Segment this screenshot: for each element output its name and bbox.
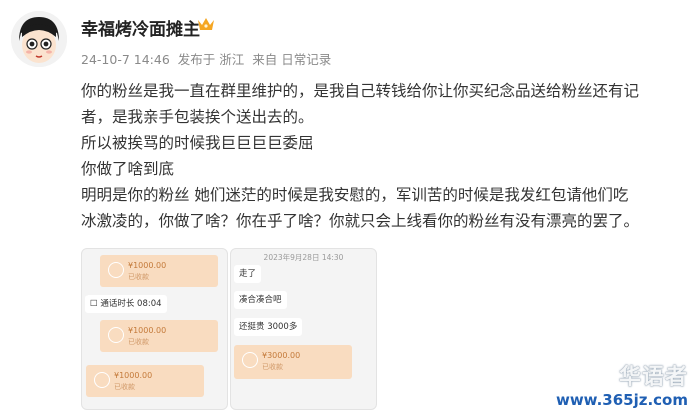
watermark-url: www.365jz.com [555,391,688,409]
post-paragraph: 所以被挨骂的时候我巨巨巨巨委屈 [81,134,314,152]
transfer-card: ¥1000.00 已收款 [86,365,204,397]
post-date[interactable]: 24-10-7 14:46 [81,52,170,67]
transfer-note: 已收款 [128,273,149,281]
transfer-card: ¥3000.00 已收款 [234,345,352,379]
avatar-face-icon [11,11,67,67]
chat-message: 凑合凑合吧 [234,291,287,309]
watermark: 华语者 www.365jz.com [556,359,688,409]
phone-icon: ☐ [90,299,101,309]
check-icon [108,262,124,278]
avatar[interactable] [11,11,67,67]
check-icon [242,352,258,368]
post-text: 你的粉丝是我一直在群里维护的，是我自己转钱给你让你买纪念品送给粉丝还有记 者，是… [81,78,686,234]
transfer-card: ¥1000.00 已收款 [100,255,218,287]
call-duration-bubble: ☐ 通话时长 08:04 [85,295,167,313]
transfer-amount: ¥1000.00 [128,326,167,335]
check-icon [108,327,124,343]
post-paragraph: 你的粉丝是我一直在群里维护的，是我自己转钱给你让你买纪念品送给粉丝还有记 [81,82,640,100]
post-paragraph: 明明是你的粉丝 她们迷茫的时候是我安慰的，军训苦的时候是我发红包请他们吃 [81,186,629,204]
transfer-card: ¥1000.00 已收款 [100,320,218,352]
crown-icon [198,18,214,30]
post-paragraph: 冰激凌的，你做了啥？你在乎了啥？你就只会上线看你的粉丝有没有漂亮的罢了。 [81,212,640,230]
call-duration-label: 通话时长 08:04 [100,299,162,309]
check-icon [94,372,110,388]
transfer-amount: ¥1000.00 [114,371,153,380]
user-name[interactable]: 幸福烤冷面摊主 [81,15,200,40]
post-paragraph: 你做了啥到底 [81,160,175,178]
post-meta: 24-10-7 14:46 发布于 浙江 来自 日常记录 [81,49,335,68]
post-paragraph: 者，是我亲手包装挨个送出去的。 [81,108,314,126]
chat-message: 走了 [234,265,262,283]
chat-timestamp: 2023年9月28日 14:30 [263,253,344,262]
transfer-note: 已收款 [128,338,149,346]
post-location: 发布于 浙江 [177,52,245,67]
watermark-text: 华语者 [618,365,688,390]
transfer-note: 已收款 [262,363,283,371]
post-image-2[interactable]: 2023年9月28日 14:30 走了 凑合凑合吧 还挺贵 3000多 ¥300… [230,248,377,410]
transfer-note: 已收款 [114,383,135,391]
transfer-amount: ¥1000.00 [128,261,167,270]
post-source: 来自 日常记录 [252,52,332,67]
post-image-1[interactable]: ¥1000.00 已收款 ☐ 通话时长 08:04 ¥1000.00 已收款 ¥… [81,248,228,410]
transfer-amount: ¥3000.00 [262,351,301,360]
chat-message: 还挺贵 3000多 [234,318,303,336]
